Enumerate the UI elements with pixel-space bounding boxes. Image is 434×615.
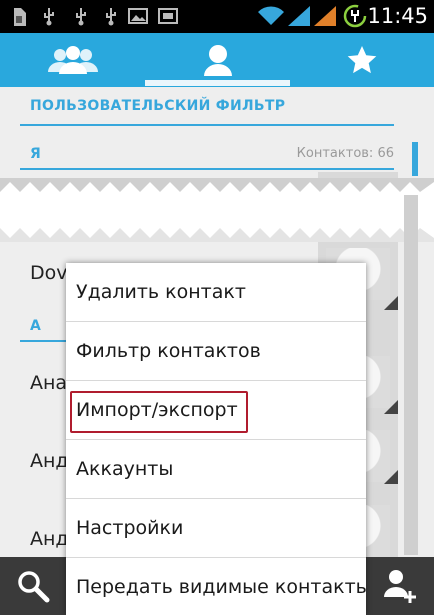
status-bar: 11:45 [0, 0, 434, 33]
contact-count: Контактов: 66 [296, 146, 394, 161]
photo-corner [384, 470, 398, 484]
menu-item-accounts[interactable]: Аккаунты [66, 439, 366, 497]
section-header-a: А [30, 318, 41, 334]
groups-icon [47, 46, 98, 74]
divider [20, 168, 394, 170]
status-time: 11:45 [367, 4, 428, 28]
person-icon [203, 45, 232, 76]
tear-edge-shape [0, 178, 434, 242]
menu-item-contact-filter[interactable]: Фильтр контактов [66, 321, 366, 379]
photo-corner [384, 296, 398, 310]
fast-scroll-track[interactable] [404, 195, 418, 555]
wifi-icon [258, 6, 284, 26]
highlight-box [70, 391, 248, 433]
tab-groups[interactable] [0, 33, 145, 87]
star-icon [347, 46, 377, 74]
tab-favorites[interactable] [290, 33, 434, 87]
section-header-ya: Я [30, 146, 41, 162]
image-icon [128, 8, 148, 24]
tab-selected-indicator [145, 80, 290, 86]
menu-item-settings[interactable]: Настройки [66, 498, 366, 556]
usb-icon [44, 8, 54, 26]
overflow-menu: Удалить контакт Фильтр контактов Импорт/… [66, 263, 366, 615]
tab-contacts[interactable] [145, 33, 290, 87]
tab-bar [0, 33, 434, 87]
screenshot-icon [158, 8, 178, 24]
contact-name[interactable]: Ана [30, 372, 67, 394]
divider [20, 124, 394, 126]
add-contact-icon[interactable] [380, 567, 418, 605]
filter-header[interactable]: ПОЛЬЗОВАТЕЛЬСКИЙ ФИЛЬТР [30, 98, 285, 114]
battery-charging-icon [343, 4, 367, 28]
sim-card-icon [14, 8, 26, 26]
signal-icon [288, 6, 310, 26]
contact-name[interactable]: Dov [30, 262, 68, 284]
usb-icon [76, 8, 86, 26]
photo-corner [384, 400, 398, 414]
contact-name[interactable]: Анд [30, 450, 69, 472]
scroll-indicator[interactable] [412, 142, 418, 176]
menu-item-share-visible-contacts[interactable]: Передать видимые контакты [66, 557, 366, 615]
torn-edge [0, 178, 434, 242]
contact-name[interactable]: Анд [30, 528, 69, 550]
signal-icon [314, 6, 336, 26]
menu-item-delete-contact[interactable]: Удалить контакт [66, 263, 366, 321]
usb-icon [106, 8, 116, 26]
search-icon[interactable] [16, 569, 50, 603]
